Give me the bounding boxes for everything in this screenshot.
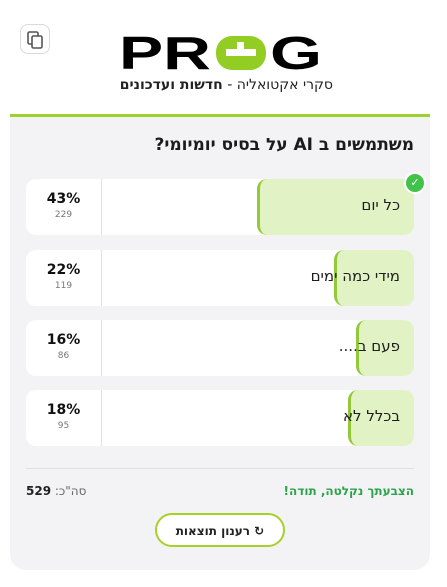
tagline-prefix: סקרי אקטואליה - bbox=[222, 77, 333, 93]
option-stats: 18% 95 bbox=[26, 390, 102, 446]
option-percent: 43% bbox=[46, 191, 81, 207]
vote-confirmation: הצבעתך נקלטה, תודה! bbox=[283, 484, 414, 498]
poll-question: משתמשים ב AI על בסיס יומיומי? bbox=[154, 135, 414, 155]
total-votes: סה"כ: 529 bbox=[26, 484, 86, 498]
total-value: 529 bbox=[26, 484, 52, 498]
option-votes: 119 bbox=[54, 281, 73, 291]
poll-header: PR G סקרי אקטואליה - חדשות ועדכונים bbox=[10, 14, 430, 117]
option-label: בכלל לא bbox=[343, 407, 400, 425]
prog-logo: PR G bbox=[119, 34, 322, 72]
logo-o-emblem bbox=[216, 36, 266, 70]
option-label: כל יום bbox=[361, 196, 400, 214]
tagline: סקרי אקטואליה - חדשות ועדכונים bbox=[120, 77, 333, 93]
option-percent: 16% bbox=[46, 332, 81, 348]
poll-card: PR G סקרי אקטואליה - חדשות ועדכונים משתמ… bbox=[10, 14, 430, 570]
option-stats: 16% 86 bbox=[26, 320, 102, 376]
copy-button[interactable] bbox=[20, 24, 50, 54]
option-label: מידי כמה ימים bbox=[310, 267, 400, 285]
tagline-bold: חדשות ועדכונים bbox=[119, 77, 223, 93]
option-votes: 95 bbox=[57, 421, 70, 431]
copy-icon bbox=[27, 31, 43, 49]
option-stats: 22% 119 bbox=[26, 250, 102, 306]
option-percent: 22% bbox=[46, 262, 81, 278]
option-votes: 229 bbox=[54, 210, 73, 220]
option-votes: 86 bbox=[57, 351, 70, 361]
logo-text-left: PR bbox=[119, 34, 211, 72]
poll-option[interactable]: פעם ב.... 16% 86 bbox=[26, 320, 414, 376]
option-label: פעם ב.... bbox=[338, 337, 400, 355]
logo-text-right: G bbox=[270, 34, 322, 72]
option-stats: 43% 229 bbox=[26, 179, 102, 235]
option-percent: 18% bbox=[46, 402, 81, 418]
refresh-results-button[interactable]: ↻ רענון תוצאות bbox=[155, 513, 285, 547]
total-label: סה"כ: bbox=[54, 484, 87, 498]
poll-option[interactable]: בכלל לא 18% 95 bbox=[26, 390, 414, 446]
check-icon: ✓ bbox=[404, 172, 426, 194]
poll-option[interactable]: כל יום 43% 229 bbox=[26, 179, 414, 235]
footer-divider bbox=[26, 468, 414, 469]
poll-option[interactable]: מידי כמה ימים 22% 119 bbox=[26, 250, 414, 306]
